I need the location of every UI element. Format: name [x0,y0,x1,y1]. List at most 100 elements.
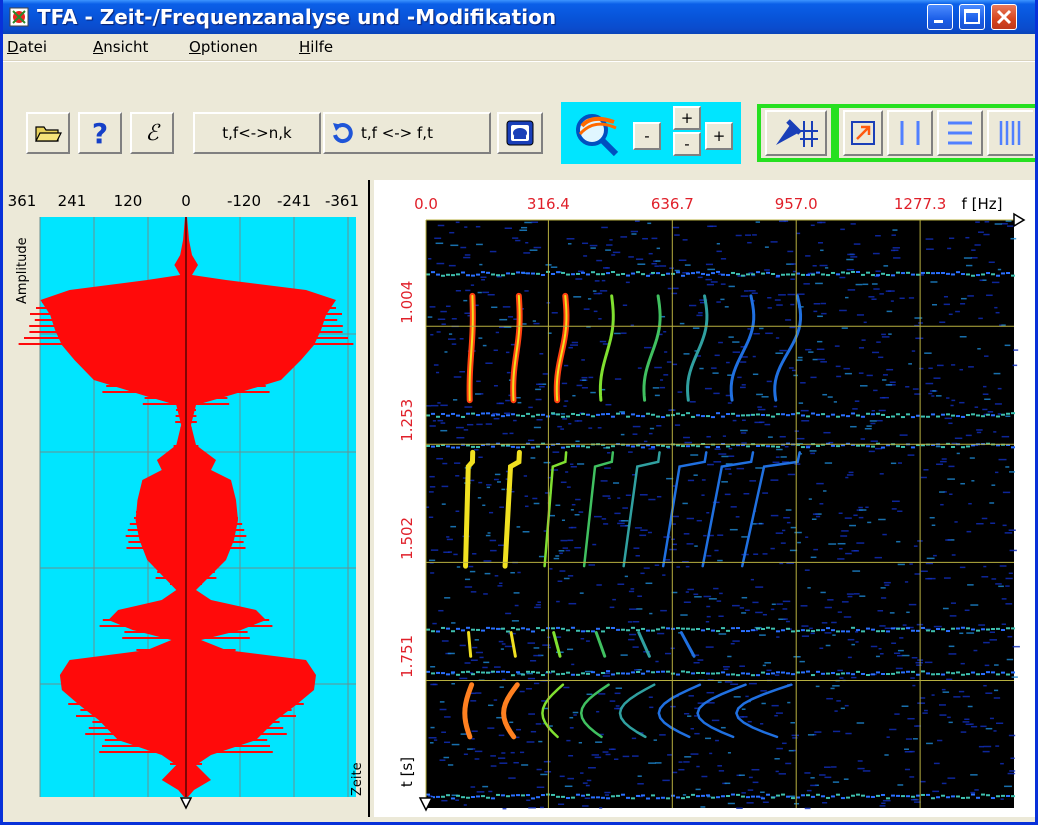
spectrogram-noise [821,312,827,315]
zoom-button[interactable] [567,108,629,158]
spectrogram-band [781,273,785,276]
marker-tool-button[interactable] [765,110,827,156]
spectrogram-band [471,628,475,631]
spectrogram-noise [555,555,560,557]
spectrogram-band [831,629,835,632]
title-bar[interactable]: TFA - Zeit-/Frequenzanalyse und -Modifik… [3,0,1035,34]
spectrogram-noise [965,723,972,726]
spectrogram-noise [559,775,565,778]
spectrogram-band [571,673,575,676]
spectrogram-noise [740,361,747,363]
spectrogram-noise [885,384,893,386]
spectrogram-noise [648,252,653,255]
spectrogram-band [821,629,825,632]
spectrogram-band [786,795,790,798]
spectrogram-noise [999,565,1007,567]
player-button[interactable] [497,112,543,154]
spectrogram-band [806,273,810,276]
spectrogram-noise [632,425,641,428]
spectrogram-noise [448,333,453,335]
info-button[interactable]: ℰ [130,112,174,154]
spectrogram-band [426,273,430,276]
menu-optionen[interactable]: Optionen [189,38,258,56]
spectrogram-noise [692,327,700,329]
spectrogram-band [446,627,450,630]
spectrogram-noise [965,236,970,239]
spectrogram-noise [879,293,884,295]
menu-hilfe[interactable]: Hilfe [299,38,333,56]
zoom-step-up-button[interactable]: + [673,106,701,130]
arrow-box-icon [851,121,875,145]
spectrogram-noise [555,504,561,507]
spectrogram-noise [724,681,733,683]
spectrogram-noise [732,419,737,422]
spectrogram-noise [653,739,657,741]
spectrogram-band [936,628,940,631]
spectrogram-noise [751,292,758,294]
spectrogram-noise [718,453,727,455]
spectrogram-band [756,413,760,416]
spectrogram-noise [607,452,611,454]
spectrogram-noise [624,575,628,578]
help-button[interactable]: ? [78,112,122,154]
close-button[interactable] [991,4,1017,30]
spectrogram-noise [607,497,611,500]
spectrogram-noise [587,298,592,300]
spectrogram-noise [899,637,904,639]
spectrogram-noise [689,401,696,403]
spectrogram-noise [476,423,483,426]
spectrogram-noise [966,264,973,267]
spectrogram-noise [804,569,810,571]
spectrogram-noise [767,297,772,299]
menu-ansicht[interactable]: Ansicht [93,38,148,56]
spectrogram-noise [834,345,840,347]
spectrogram-noise [505,399,510,402]
minimize-button[interactable] [927,4,953,30]
zoom-step-down-button[interactable]: - [673,132,701,156]
waveform-plot[interactable]: 361 241 120 0 -120 -241 -361AmplitudeZeite [6,180,368,817]
select-horizontal-button[interactable] [937,110,983,156]
spectrogram-noise [983,641,990,644]
spectrogram-noise [487,532,491,534]
spectrogram-noise [998,585,1004,588]
spectrogram-noise [428,491,434,493]
spectrogram-band [746,672,750,675]
spectrogram-noise [649,612,653,615]
menu-datei[interactable]: Datei [7,38,47,56]
spectrogram-band [976,274,980,277]
spectrogram-band [676,673,680,676]
spectrogram-plot[interactable]: 0.0 316.4 636.7 957.0 1277.3 f [Hz]1.0041.253… [374,180,1035,817]
spectrogram-noise [563,686,570,689]
spectrogram-noise [683,436,690,439]
select-vertical-button[interactable] [887,110,933,156]
zoom-out-button[interactable]: - [633,122,661,150]
spectrogram-noise [779,349,787,352]
spectrogram-noise [588,376,594,379]
tf-ft-button[interactable]: t,f <-> f,t [323,112,491,154]
spectrogram-noise [499,582,503,585]
tf-nk-button[interactable]: t,f<->n,k [193,112,321,154]
spectrogram-noise [711,719,720,722]
spectrogram-noise [513,419,517,422]
spectrogram-noise [823,490,827,492]
select-grid-button[interactable] [987,110,1033,156]
spectrogram-band [931,673,935,676]
spectrogram-noise [569,716,574,719]
spectrogram-noise [649,706,654,709]
spectrogram-noise [945,539,951,541]
maximize-button[interactable] [959,4,985,30]
spectrogram-noise [948,237,955,240]
spectrogram-noise [519,751,525,754]
spectrogram-band [676,271,680,274]
select-arrow-button[interactable] [843,110,883,156]
spectrogram-band [906,627,910,630]
spectrogram-band [916,794,920,797]
spectrogram-band [811,273,815,276]
spectrogram-noise [892,229,898,231]
spectrogram-noise [666,361,672,363]
spectrogram-noise [585,784,590,787]
zoom-in-button[interactable]: + [705,122,733,150]
open-button[interactable] [26,112,70,154]
spectrogram-band [881,413,885,416]
spectrogram-noise [677,391,683,393]
